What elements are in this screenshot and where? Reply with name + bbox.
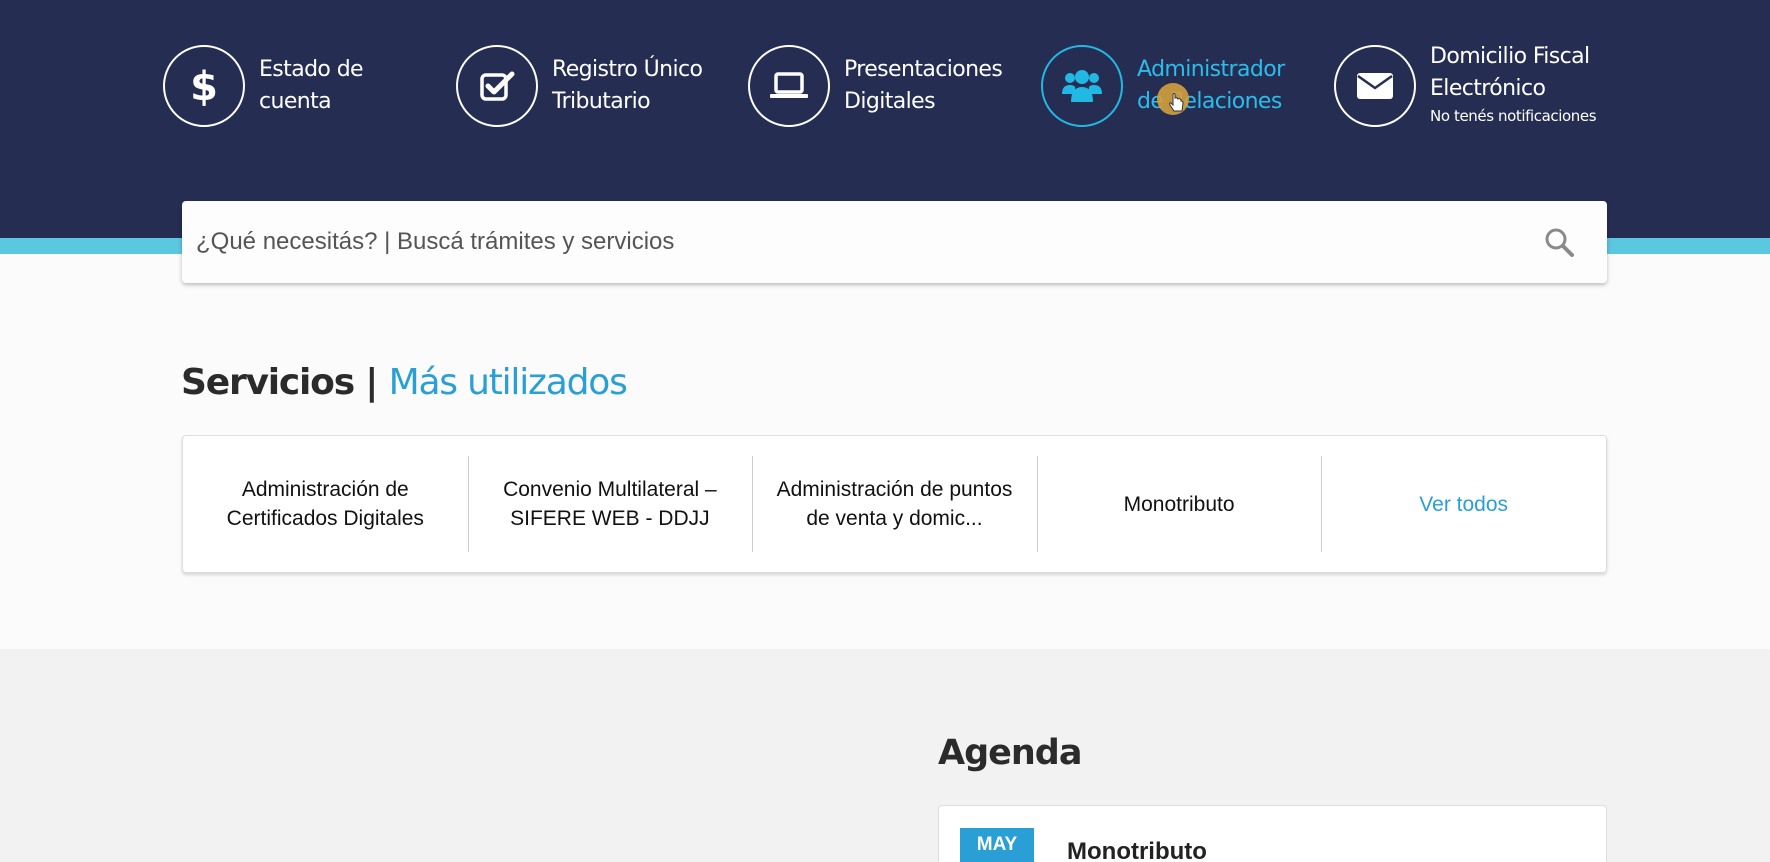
services-title: Servicios |: [181, 362, 378, 403]
dollar-icon: $: [163, 45, 245, 127]
nav-label-line1: Estado de: [259, 57, 364, 82]
notifications-status: No tenés notificaciones: [1430, 107, 1597, 125]
nav-label-line1: Presentaciones: [844, 57, 1003, 82]
nav-label: Registro Único Tributario: [552, 54, 703, 118]
nav-label-line1: Domicilio Fiscal: [1430, 44, 1590, 69]
agenda-title: Agenda: [938, 733, 1082, 773]
nav-label-line1: Administrador: [1137, 57, 1285, 82]
nav-item-presentaciones-digitales[interactable]: Presentaciones Digitales: [748, 44, 1003, 128]
services-title-accent: Más utilizados: [388, 362, 628, 403]
nav-label-line1: Registro Único: [552, 57, 703, 82]
nav-item-estado-de-cuenta[interactable]: $ Estado de cuenta: [163, 44, 364, 128]
nav-label-line2: Tributario: [552, 89, 651, 114]
service-item[interactable]: Monotributo: [1036, 436, 1322, 572]
services-section-title: Servicios | Más utilizados: [181, 362, 628, 403]
services-list: Administración de Certificados Digitales…: [182, 435, 1607, 573]
search-input[interactable]: [182, 201, 1529, 283]
agenda-month-badge: MAY: [960, 828, 1034, 862]
search-bar: [182, 201, 1607, 283]
service-item[interactable]: Convenio Multilateral – SIFERE WEB - DDJ…: [467, 436, 753, 572]
nav-item-domicilio-fiscal-electronico[interactable]: Domicilio Fiscal Electrónico No tenés no…: [1334, 41, 1597, 128]
service-item[interactable]: Administración de Certificados Digitales: [183, 436, 468, 572]
nav-label-line2: Electrónico: [1430, 76, 1546, 101]
nav-label: Estado de cuenta: [259, 54, 364, 118]
nav-label: Presentaciones Digitales: [844, 54, 1003, 118]
nav-item-registro-unico-tributario[interactable]: Registro Único Tributario: [456, 44, 703, 128]
see-all-link[interactable]: Ver todos: [1321, 436, 1606, 572]
quick-access-nav: $ Estado de cuenta Registro Único Tribut…: [0, 44, 1770, 128]
svg-text:$: $: [190, 66, 218, 106]
mouse-cursor: [1157, 83, 1189, 115]
search-button[interactable]: [1529, 212, 1589, 272]
agenda-card[interactable]: MAY Monotributo: [938, 805, 1607, 862]
nav-label-line2: Digitales: [844, 89, 936, 114]
users-icon: [1041, 45, 1123, 127]
service-item[interactable]: Administración de puntos de venta y domi…: [752, 436, 1037, 572]
envelope-icon: [1334, 45, 1416, 127]
laptop-icon: [748, 45, 830, 127]
nav-label-line2: cuenta: [259, 89, 332, 114]
agenda-event-title: Monotributo: [1067, 838, 1207, 862]
nav-label: Domicilio Fiscal Electrónico No tenés no…: [1430, 41, 1597, 125]
check-square-icon: [456, 45, 538, 127]
search-icon: [1545, 228, 1574, 257]
